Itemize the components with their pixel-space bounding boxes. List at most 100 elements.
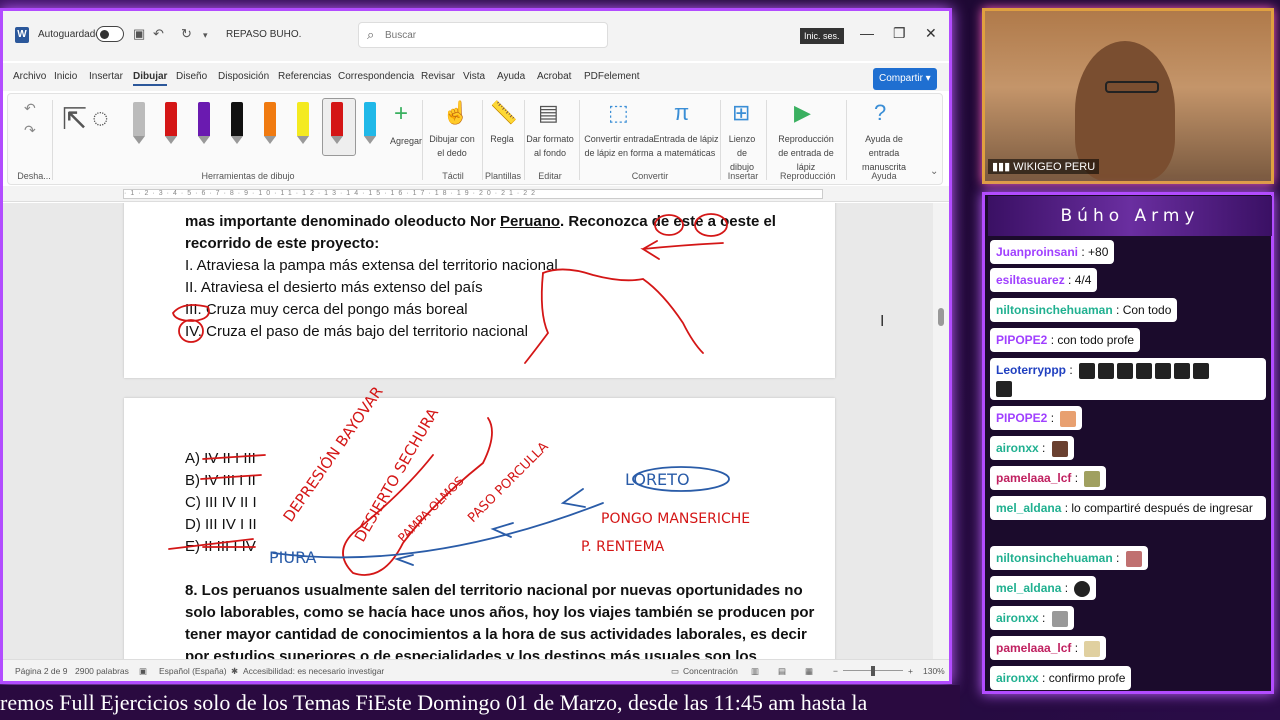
chat-user[interactable]: aironxx [996, 611, 1039, 625]
menu-correspondencia[interactable]: Correspondencia [338, 71, 414, 82]
ribbon-collapse-icon[interactable]: ⌄ [930, 166, 938, 177]
ink-replay-label[interactable]: Reproducción de entrada de lápiz [772, 132, 840, 174]
ink-to-math-label[interactable]: Entrada de lápiz a matemáticas [653, 132, 719, 160]
word-count[interactable]: 2900 palabras [75, 666, 129, 676]
chat-user[interactable]: mel_aldana [996, 501, 1061, 515]
ruler-label[interactable]: Regla [484, 132, 520, 146]
eraser-icon[interactable] [133, 102, 145, 144]
ink-help-icon[interactable]: ? [874, 100, 886, 126]
chat-user[interactable]: mel_aldana [996, 581, 1061, 595]
draw-finger-icon[interactable]: ☝ [442, 100, 469, 126]
chat-user[interactable]: Leoterryppp [996, 363, 1066, 377]
add-pen-icon[interactable]: + [394, 100, 408, 128]
restore-icon[interactable]: ❐ [893, 25, 906, 42]
ribbon-undo-icon[interactable]: ↶ [24, 100, 36, 117]
chat-user[interactable]: niltonsinchehuaman [996, 303, 1113, 317]
read-mode-icon[interactable]: ▥ [751, 666, 759, 677]
emote-icon [1098, 362, 1115, 379]
customize-icon[interactable]: ▾ [203, 30, 208, 41]
drawing-canvas-label[interactable]: Lienzo de dibujo [724, 132, 760, 174]
menu-revisar[interactable]: Revisar [421, 71, 455, 82]
drawing-canvas-icon[interactable]: ⊞ [732, 100, 750, 126]
format-background-label[interactable]: Dar formato al fondo [526, 132, 574, 160]
ink-replay-icon[interactable]: ▶ [794, 100, 811, 126]
emote-icon [1074, 580, 1091, 597]
chat-user[interactable]: aironxx [996, 441, 1039, 455]
pen-purple-icon[interactable] [198, 102, 210, 144]
document-area[interactable]: mas importante denominado oleoducto Nor … [3, 203, 933, 659]
emote-icon [1117, 362, 1134, 379]
chat-user[interactable]: pamelaaa_lcf [996, 641, 1071, 655]
menu-dibujar[interactable]: Dibujar [133, 71, 168, 86]
menu-vista[interactable]: Vista [463, 71, 485, 82]
pen-orange-icon[interactable] [264, 102, 276, 144]
ink-help-label[interactable]: Ayuda de entrada manuscrita [850, 132, 918, 174]
document-page[interactable]: mas importante denominado oleoducto Nor … [124, 203, 835, 378]
draw-finger-label[interactable]: Dibujar con el dedo [426, 132, 478, 160]
minimize-icon[interactable]: — [860, 25, 874, 41]
ink-to-math-icon[interactable]: π [674, 100, 689, 126]
share-button[interactable]: Compartir ▾ [873, 68, 937, 90]
zoom-slider-thumb[interactable] [871, 666, 875, 676]
chat-user[interactable]: esiltasuarez [996, 273, 1065, 287]
ribbon-redo-icon[interactable]: ↷ [24, 122, 36, 139]
ink-to-shape-label[interactable]: Convertir entrada de lápiz en forma [583, 132, 655, 160]
menu-ayuda[interactable]: Ayuda [497, 71, 525, 82]
menu-insertar[interactable]: Insertar [89, 71, 123, 82]
menu-acrobat[interactable]: Acrobat [537, 71, 571, 82]
language[interactable]: Español (España) [159, 666, 227, 676]
signin-button[interactable]: Inic. ses. [800, 28, 844, 44]
chat-user[interactable]: niltonsinchehuaman [996, 551, 1113, 565]
document-title[interactable]: REPASO BUHO. [226, 29, 301, 40]
select-tool-icon[interactable]: ⇱ [62, 102, 87, 137]
emote-icon [1155, 362, 1172, 379]
close-icon[interactable]: ✕ [925, 25, 937, 42]
chat-user[interactable]: pamelaaa_lcf [996, 471, 1071, 485]
scrollbar-thumb[interactable] [938, 308, 944, 326]
option-line: I. Atraviesa la pampa más extensa del te… [185, 257, 558, 274]
chat-user[interactable]: aironxx [996, 671, 1039, 685]
chat-user[interactable]: PIPOPE2 [996, 333, 1047, 347]
zoom-in-icon[interactable]: + [908, 666, 913, 676]
highlighter-yellow-icon[interactable] [297, 102, 309, 144]
menu-diseno[interactable]: Diseño [176, 71, 207, 82]
vertical-scrollbar[interactable] [933, 203, 949, 659]
menu-inicio[interactable]: Inicio [54, 71, 77, 82]
ruler-scale: ·1·2·3·4·5·6·7·8·9·10·11·12·13·14·15·16·… [123, 189, 823, 199]
redo-icon[interactable]: ↻ [181, 26, 192, 42]
print-layout-icon[interactable]: ▤ [778, 666, 786, 677]
format-background-icon[interactable]: ▤ [538, 100, 559, 126]
menu-archivo[interactable]: Archivo [13, 71, 46, 82]
pen-red-selected-icon[interactable] [331, 102, 343, 144]
add-pen-label[interactable]: Agregar [386, 134, 426, 148]
zoom-level[interactable]: 130% [923, 666, 945, 676]
option-line: II. Atraviesa el desierto más extenso de… [185, 279, 483, 296]
pen-black-icon[interactable] [231, 102, 243, 144]
search-box[interactable]: ⌕ [358, 22, 608, 48]
menu-pdfelement[interactable]: PDFelement [584, 71, 640, 82]
chat-user[interactable]: Juanproinsani [996, 245, 1078, 259]
chat-message: PIPOPE2 : [990, 406, 1083, 430]
emote-icon [1136, 362, 1153, 379]
proofing-icon[interactable]: ▣ [139, 666, 147, 677]
ruler-icon[interactable]: 📏 [490, 100, 517, 126]
zoom-out-icon[interactable]: − [833, 666, 838, 676]
autosave-toggle[interactable] [96, 26, 124, 42]
search-input[interactable] [385, 27, 595, 44]
accessibility-status[interactable]: Accesibilidad: es necesario investigar [243, 666, 384, 676]
chat-user[interactable]: PIPOPE2 [996, 411, 1047, 425]
undo-icon[interactable]: ↶ [153, 26, 164, 42]
page-count[interactable]: Página 2 de 9 [15, 666, 67, 676]
focus-mode[interactable]: Concentración [683, 666, 738, 676]
lasso-icon[interactable]: ◌ [92, 102, 109, 134]
ink-to-shape-icon[interactable]: ⬚ [608, 100, 629, 126]
document-page[interactable]: A) IV II I III B) IV III I II C) III IV … [124, 398, 835, 659]
web-layout-icon[interactable]: ▦ [805, 666, 813, 677]
pen-cyan-icon[interactable] [364, 102, 376, 144]
pen-red-icon[interactable] [165, 102, 177, 144]
menu-disposicion[interactable]: Disposición [218, 71, 269, 82]
save-icon[interactable]: ▣ [133, 26, 145, 42]
separator [720, 100, 721, 180]
menu-referencias[interactable]: Referencias [278, 71, 331, 82]
focus-icon[interactable]: ▭ [671, 666, 679, 677]
